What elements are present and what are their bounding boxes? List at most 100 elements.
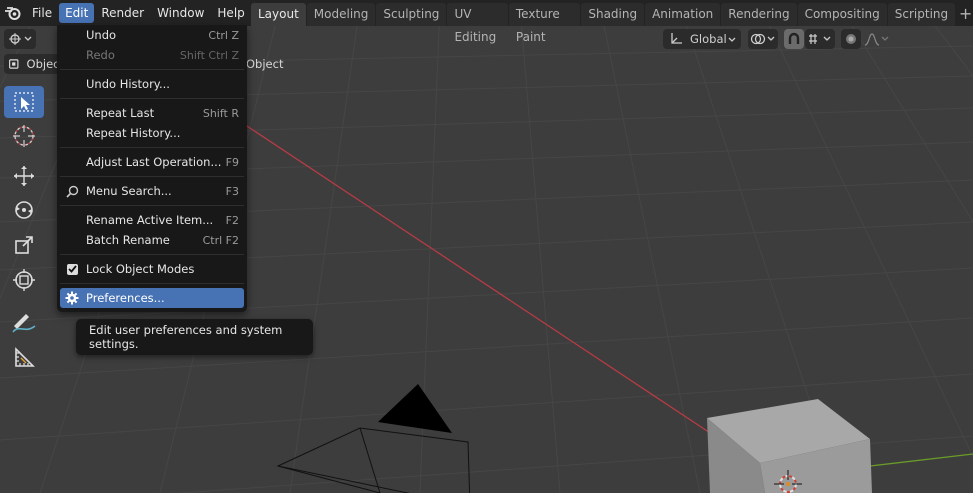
menu-separator	[60, 254, 244, 255]
pivot-point-dropdown[interactable]	[748, 29, 778, 49]
object-mode-dropdown[interactable]: Object	[4, 54, 64, 74]
undo-label: Undo	[86, 28, 117, 42]
proportional-falloff-dropdown[interactable]	[862, 29, 892, 49]
menu-item-adjust-last-operation[interactable]: Adjust Last Operation... F9	[60, 152, 244, 172]
undo-shortcut: Ctrl Z	[208, 28, 239, 42]
menu-separator	[60, 283, 244, 284]
move-tool[interactable]	[4, 160, 44, 192]
proportional-editing-toggle[interactable]	[841, 29, 861, 49]
tab-shading[interactable]: Shading	[581, 3, 645, 26]
lock-object-modes-label: Lock Object Modes	[86, 262, 195, 276]
cursor-icon	[13, 125, 35, 147]
edit-menu-dropdown: Undo Ctrl Z Redo Shift Ctrl Z Undo Histo…	[57, 25, 247, 312]
snap-toggle[interactable]	[784, 29, 804, 49]
blender-logo-icon[interactable]	[0, 0, 26, 26]
select-box-icon	[14, 92, 34, 112]
object-menu[interactable]: Object	[240, 54, 289, 74]
checkbox-checked-icon[interactable]	[65, 262, 79, 276]
rename-active-item-shortcut: F2	[225, 213, 239, 227]
magnet-icon	[788, 32, 800, 44]
select-box-tool[interactable]	[4, 86, 44, 118]
menu-item-repeat-history[interactable]: Repeat History...	[60, 123, 244, 143]
menu-separator	[60, 176, 244, 177]
undo-history-label: Undo History...	[86, 77, 170, 91]
tab-layout[interactable]: Layout	[251, 3, 306, 26]
menu-item-repeat-last[interactable]: Repeat Last Shift R	[60, 103, 244, 123]
menu-window[interactable]: Window	[151, 3, 210, 23]
tab-rendering[interactable]: Rendering	[721, 3, 797, 26]
menu-item-menu-search[interactable]: Menu Search... F3	[60, 181, 244, 201]
tab-texture-paint[interactable]: Texture Paint	[508, 3, 581, 44]
move-icon	[14, 166, 34, 186]
preferences-tooltip: Edit user preferences and system setting…	[76, 319, 313, 355]
rename-active-item-label: Rename Active Item...	[86, 213, 214, 227]
batch-rename-shortcut: Ctrl F2	[202, 233, 239, 247]
menu-edit[interactable]: Edit	[59, 3, 95, 23]
transform-icon	[13, 269, 35, 291]
rotate-tool[interactable]	[4, 194, 44, 226]
repeat-last-shortcut: Shift R	[202, 106, 239, 120]
annotate-pencil-icon	[12, 314, 36, 333]
menu-separator	[60, 98, 244, 99]
menu-render[interactable]: Render	[95, 3, 150, 23]
menu-search-shortcut: F3	[225, 184, 239, 198]
add-workspace-button[interactable]: +	[958, 3, 973, 23]
menu-file[interactable]: File	[26, 3, 58, 23]
proportional-edit-icon	[846, 34, 856, 44]
redo-shortcut: Shift Ctrl Z	[179, 48, 239, 62]
scale-tool[interactable]	[4, 229, 44, 261]
editor-type-icon	[9, 33, 32, 45]
tab-uv-editing[interactable]: UV Editing	[447, 3, 508, 44]
transform-tool[interactable]	[4, 264, 44, 296]
batch-rename-label: Batch Rename	[86, 233, 170, 247]
tab-compositing[interactable]: Compositing	[797, 3, 887, 26]
rotate-icon	[15, 201, 33, 219]
transform-orientation-dropdown[interactable]: Global	[663, 29, 741, 49]
menu-item-redo[interactable]: Redo Shift Ctrl Z	[60, 45, 244, 65]
repeat-last-label: Repeat Last	[86, 106, 155, 120]
orientation-label: Global	[690, 32, 727, 46]
cursor-tool[interactable]	[4, 120, 44, 152]
tab-sculpting[interactable]: Sculpting	[376, 3, 447, 26]
menu-item-undo-history[interactable]: Undo History...	[60, 74, 244, 94]
menu-separator	[60, 147, 244, 148]
scale-icon	[15, 236, 33, 254]
repeat-history-label: Repeat History...	[86, 126, 181, 140]
snap-target-dropdown[interactable]	[805, 29, 835, 49]
measure-ruler-icon	[15, 347, 35, 367]
chevron-down-icon	[728, 32, 736, 46]
menu-item-preferences[interactable]: Preferences...	[60, 288, 244, 308]
adjust-last-operation-label: Adjust Last Operation...	[86, 155, 222, 169]
top-menubar: File Edit Render Window Help Layout Mode…	[0, 0, 973, 44]
tooltip-text: Edit user preferences and system setting…	[89, 323, 283, 351]
menu-search-label: Menu Search...	[86, 184, 172, 198]
menu-help[interactable]: Help	[211, 3, 250, 23]
y-axis-line	[869, 453, 973, 467]
object-mode-icon	[9, 59, 19, 69]
tab-scripting[interactable]: Scripting	[887, 3, 956, 26]
plus-icon: +	[958, 3, 973, 23]
menu-separator	[60, 205, 244, 206]
menu-item-rename-active-item[interactable]: Rename Active Item... F2	[60, 210, 244, 230]
annotate-tool[interactable]	[4, 306, 44, 338]
menu-item-undo[interactable]: Undo Ctrl Z	[60, 25, 244, 45]
gear-icon	[65, 291, 79, 305]
adjust-last-operation-shortcut: F9	[225, 155, 239, 169]
menu-separator	[60, 69, 244, 70]
orientation-global-icon	[671, 33, 682, 44]
preferences-label: Preferences...	[86, 291, 165, 305]
menu-item-lock-object-modes[interactable]: Lock Object Modes	[60, 259, 244, 279]
falloff-curve-icon	[864, 33, 889, 46]
menu-item-batch-rename[interactable]: Batch Rename Ctrl F2	[60, 230, 244, 250]
measure-tool[interactable]	[4, 342, 44, 374]
camera-object	[276, 384, 471, 493]
editor-type-button[interactable]	[4, 29, 36, 49]
cube-object	[707, 399, 872, 493]
redo-label: Redo	[86, 48, 115, 62]
search-icon	[65, 184, 79, 198]
tab-modeling[interactable]: Modeling	[306, 3, 376, 26]
snap-increment-icon	[809, 34, 831, 44]
tab-animation[interactable]: Animation	[645, 3, 721, 26]
pivot-point-icon	[750, 33, 775, 45]
workspace-tabs: Layout Modeling Sculpting UV Editing Tex…	[251, 3, 973, 44]
